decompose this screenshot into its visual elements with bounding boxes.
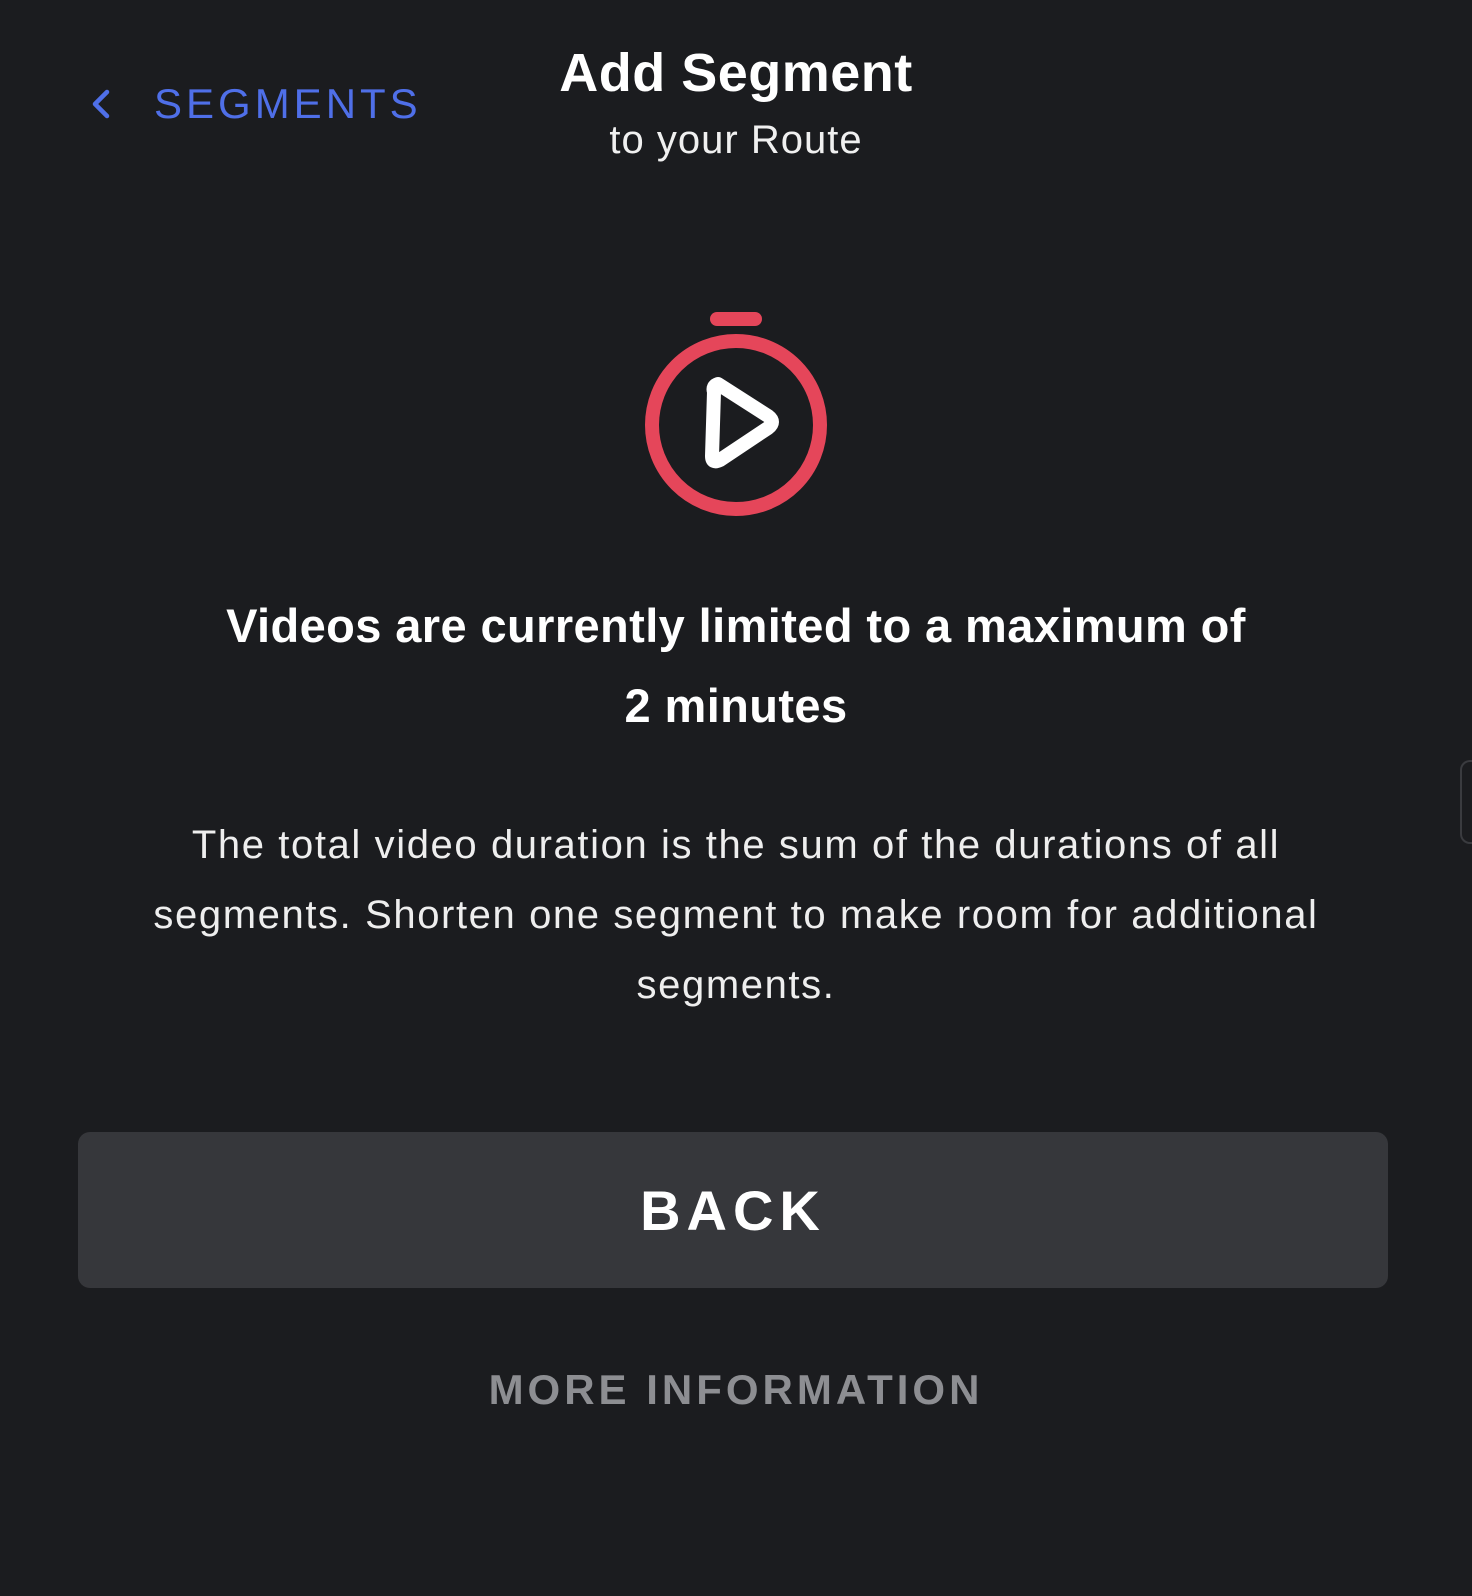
limit-headline: Videos are currently limited to a maximu… [120, 586, 1352, 746]
headline-line-2: 2 minutes [624, 679, 848, 732]
headline-line-1: Videos are currently limited to a maximu… [226, 599, 1246, 652]
page-subtitle: to your Route [609, 118, 863, 162]
page-header: Add Segment to your Route [0, 40, 1472, 164]
more-information-link[interactable]: MORE INFORMATION [0, 1366, 1472, 1414]
limit-description: The total video duration is the sum of t… [153, 823, 1319, 1007]
stopwatch-play-icon [638, 312, 834, 524]
back-button[interactable]: BACK [78, 1132, 1388, 1288]
back-button-label: BACK [640, 1178, 826, 1242]
page-title: Add Segment [559, 43, 913, 103]
side-scroll-handle[interactable] [1460, 760, 1472, 844]
